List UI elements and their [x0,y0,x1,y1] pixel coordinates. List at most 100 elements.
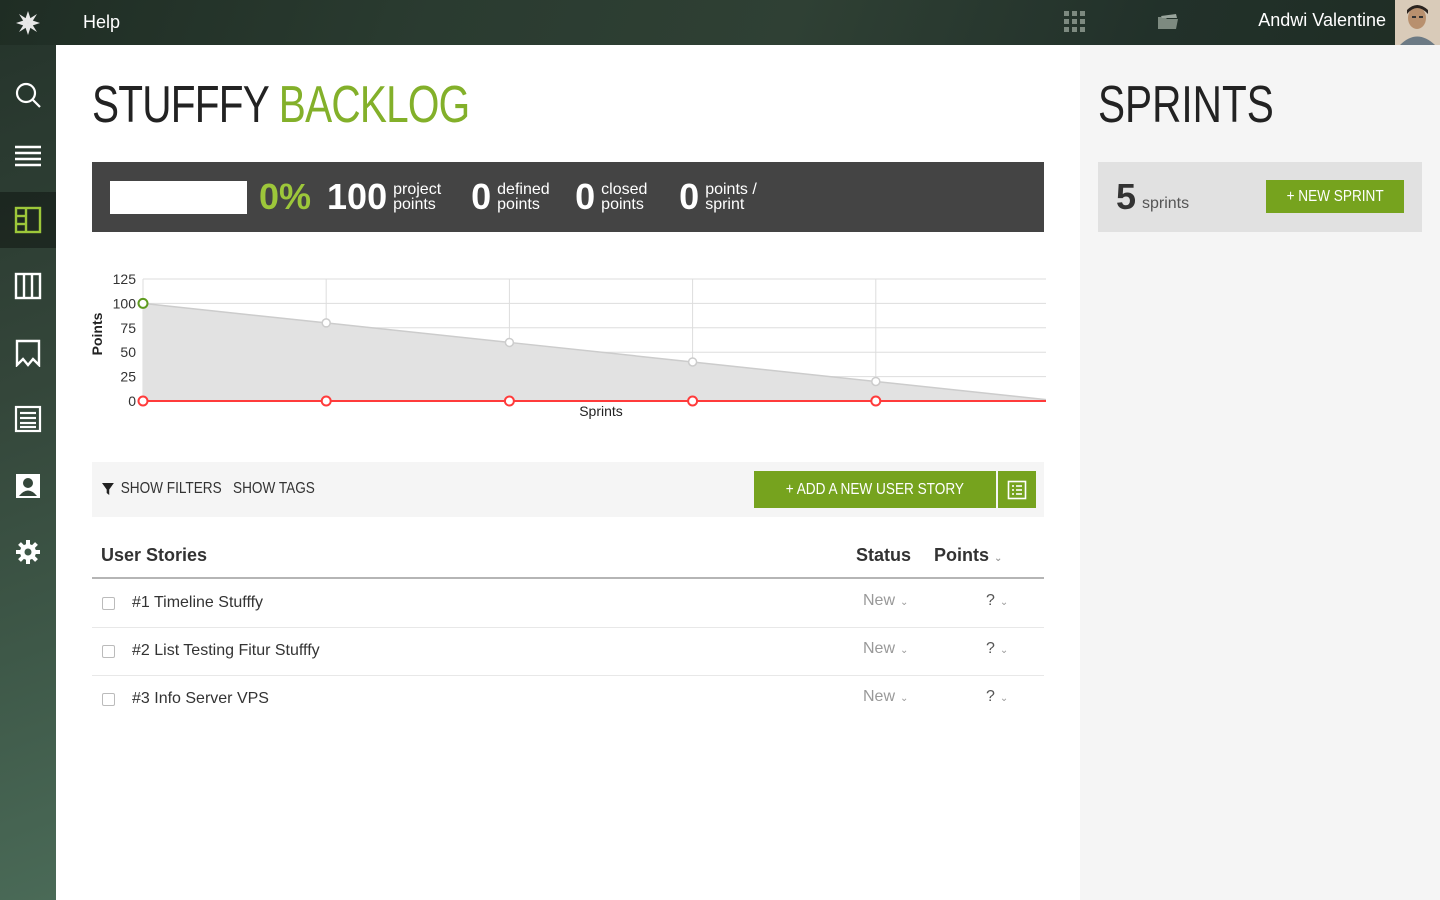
story-status[interactable]: New ⌄ [863,640,908,658]
real-point [687,395,699,407]
real-point [320,395,332,407]
sidebar-item-wiki[interactable] [0,391,56,447]
story-subject[interactable]: #2 List Testing Fitur Stufffy [132,642,320,660]
expected-point [504,337,515,348]
completion-percent: 0% [259,176,312,217]
show-tags-button[interactable]: SHOW TAGS [233,480,315,498]
help-link[interactable]: Help [83,12,120,33]
x-axis-label: Sprints [579,403,623,419]
stat-value: 0 [575,176,596,217]
status-value: New [863,592,896,609]
avatar[interactable] [1395,0,1440,45]
wiki-icon [14,405,42,433]
add-user-story-button[interactable]: + ADD A NEW USER STORY [754,471,996,508]
new-sprint-button[interactable]: + NEW SPRINT [1266,180,1404,213]
y-tick-label: 0 [128,393,136,409]
new-sprint-label: + NEW SPRINT [1286,187,1384,205]
show-filters-button[interactable]: SHOW FILTERS [102,480,222,498]
project-points-stat: 100 project points [327,176,453,218]
page-title: STUFFFY BACKLOG [92,75,470,135]
real-point [870,395,882,407]
sprints-title: SPRINTS [1098,76,1274,134]
sidebar-item-search[interactable] [0,67,56,123]
bulk-insert-button[interactable] [998,471,1036,508]
settings-icon [16,540,40,564]
story-points[interactable]: ? ⌄ [986,640,1008,658]
expected-point [871,376,881,387]
table-row[interactable]: #2 List Testing Fitur Stufffy New ⌄ ? ⌄ [92,628,1044,676]
status-value: New [863,640,896,657]
chevron-down-icon: ⌄ [999,693,1009,704]
row-checkbox[interactable] [102,693,115,706]
taiga-logo-icon[interactable] [0,0,56,45]
stat-label: defined points [497,181,550,213]
y-tick-label: 100 [113,295,137,311]
stat-value: 100 [327,176,388,217]
real-point [137,395,149,407]
add-user-story-label: + ADD A NEW USER STORY [785,480,965,498]
story-status[interactable]: New ⌄ [863,688,908,706]
issues-icon [15,339,41,367]
chevron-down-icon: ⌄ [999,645,1009,656]
col-user-stories: User Stories [101,545,208,565]
defined-points-stat: 0 defined points [471,176,557,218]
y-tick-label: 125 [113,271,137,287]
chevron-down-icon: ⌄ [994,553,1003,564]
row-checkbox[interactable] [102,645,115,658]
sidebar-item-settings[interactable] [0,524,56,580]
stat-value: 0 [471,176,492,217]
status-value: New [863,688,896,705]
y-tick-label: 25 [120,369,136,385]
chevron-down-icon: ⌄ [900,645,909,656]
sprint-count: 5 [1116,176,1137,217]
story-points[interactable]: ? ⌄ [986,688,1008,706]
story-subject[interactable]: #3 Info Server VPS [132,690,269,708]
points-value: ? [986,592,995,609]
stat-value: 0 [679,176,700,217]
sidebar-item-kanban[interactable] [0,258,56,314]
sprints-panel: SPRINTS 5 sprints + NEW SPRINT [1080,45,1440,900]
sidebar-item-backlog[interactable] [0,192,56,248]
col-points-label: Points [934,545,990,565]
folder-icon[interactable] [1156,12,1180,32]
table-row[interactable]: #3 Info Server VPS New ⌄ ? ⌄ [92,676,1044,724]
expected-point [687,357,698,367]
apps-grid-icon[interactable] [1063,10,1087,34]
backlog-main: STUFFFY BACKLOG 0% 100 project points 0 … [56,45,1080,900]
stat-label: project points [393,181,442,213]
sidebar-item-issues[interactable] [0,325,56,381]
bulk-list-icon [1007,480,1027,499]
story-points[interactable]: ? ⌄ [986,592,1008,610]
points-per-sprint-stat: 0 points / sprint [679,176,765,218]
sprints-summary: 5 sprints + NEW SPRINT [1098,162,1422,232]
col-points[interactable]: Points ⌄ [934,545,1002,566]
section-name: BACKLOG [278,76,470,134]
backlog-summary: 0% 100 project points 0 defined points 0… [92,162,1044,232]
sidebar-item-list[interactable] [0,128,56,184]
project-name: STUFFFY [92,76,269,134]
stories-table-header: User Stories Status Points ⌄ [92,537,1044,579]
table-row[interactable]: #1 Timeline Stufffy New ⌄ ? ⌄ [92,580,1044,628]
expected-point [321,318,331,328]
burndown-chart: 0 25 50 75 100 125 Sprints Points [89,271,1046,419]
sprint-count-label: sprints [1142,195,1190,212]
list-icon [15,145,41,167]
team-icon [16,474,40,498]
chevron-down-icon: ⌄ [900,693,909,704]
story-status[interactable]: New ⌄ [863,592,908,610]
filter-icon [102,483,114,495]
sidebar [0,45,56,900]
chevron-down-icon: ⌄ [999,597,1009,608]
sidebar-item-team[interactable] [0,458,56,514]
y-tick-label: 50 [120,344,136,360]
chevron-down-icon: ⌄ [900,597,909,608]
backlog-icon [14,206,42,234]
user-name[interactable]: Andwi Valentine [1258,10,1386,31]
points-value: ? [986,688,995,705]
row-checkbox[interactable] [102,597,115,610]
story-subject[interactable]: #1 Timeline Stufffy [132,594,263,612]
filter-bar: SHOW FILTERS SHOW TAGS + ADD A NEW USER … [92,462,1044,517]
y-tick-label: 75 [120,320,136,336]
start-point [137,297,149,309]
top-bar: Help Andwi Valentine [0,0,1440,45]
